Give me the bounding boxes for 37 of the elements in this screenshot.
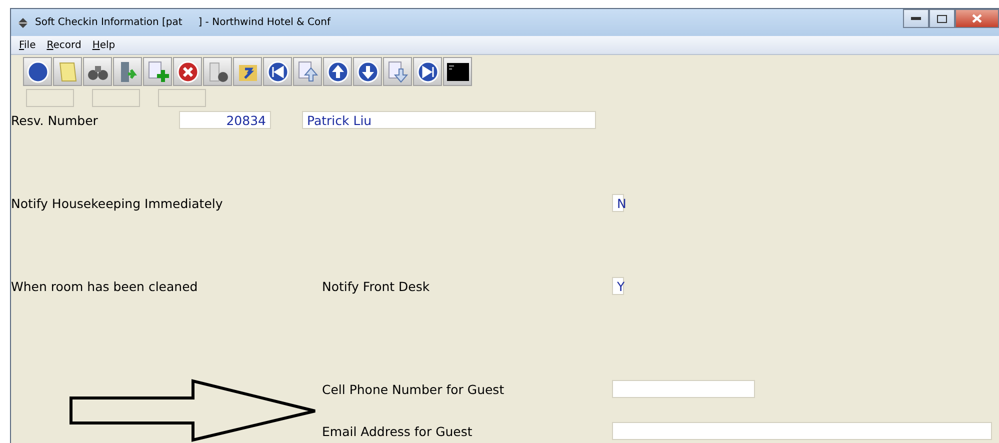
cell-phone-label: Cell Phone Number for Guest xyxy=(322,382,506,396)
last-record-icon[interactable] xyxy=(413,57,442,86)
housekeeping-field[interactable]: N xyxy=(612,194,624,212)
close-icon xyxy=(972,14,982,23)
delete-icon[interactable] xyxy=(173,57,202,86)
minimize-button[interactable] xyxy=(903,9,929,28)
window-title: Soft Checkin Information [pat ] - Northwind Hotel & Conf xyxy=(35,17,330,28)
first-record-icon[interactable] xyxy=(263,57,292,86)
document-down-icon[interactable] xyxy=(383,57,412,86)
front-desk-field[interactable]: Y xyxy=(612,277,624,295)
resv-number-field[interactable]: 20834 xyxy=(179,111,271,129)
arrow-down-icon[interactable] xyxy=(353,57,382,86)
status-field xyxy=(92,89,140,107)
binoculars-icon[interactable] xyxy=(83,57,112,86)
terminal-icon[interactable] xyxy=(443,57,472,86)
email-field[interactable] xyxy=(612,422,992,440)
resv-number-label: Resv. Number xyxy=(11,112,99,128)
minimize-icon xyxy=(911,16,921,20)
cell-phone-field[interactable] xyxy=(612,380,755,398)
app-icon xyxy=(17,16,29,28)
guest-name-field[interactable]: Patrick Liu xyxy=(302,111,596,129)
close-button[interactable] xyxy=(955,9,999,28)
housekeeping-label: Notify Housekeeping Immediately xyxy=(11,196,224,210)
arrow-up-icon[interactable] xyxy=(323,57,352,86)
front-desk-label: Notify Front Desk xyxy=(322,278,431,294)
maximize-button[interactable] xyxy=(929,9,955,28)
maximize-icon xyxy=(937,14,947,22)
status-field xyxy=(26,89,74,107)
add-document-icon[interactable] xyxy=(143,57,172,86)
cleaned-label: When room has been cleaned xyxy=(11,278,199,294)
door-exit-icon[interactable] xyxy=(113,57,142,86)
menu-item[interactable]: Record xyxy=(46,40,82,50)
status-field xyxy=(158,89,206,107)
menu-item[interactable]: File xyxy=(19,40,36,50)
email-label: Email Address for Guest xyxy=(322,424,474,438)
document-up-icon[interactable] xyxy=(293,57,322,86)
menu-item[interactable]: Help xyxy=(92,40,116,50)
